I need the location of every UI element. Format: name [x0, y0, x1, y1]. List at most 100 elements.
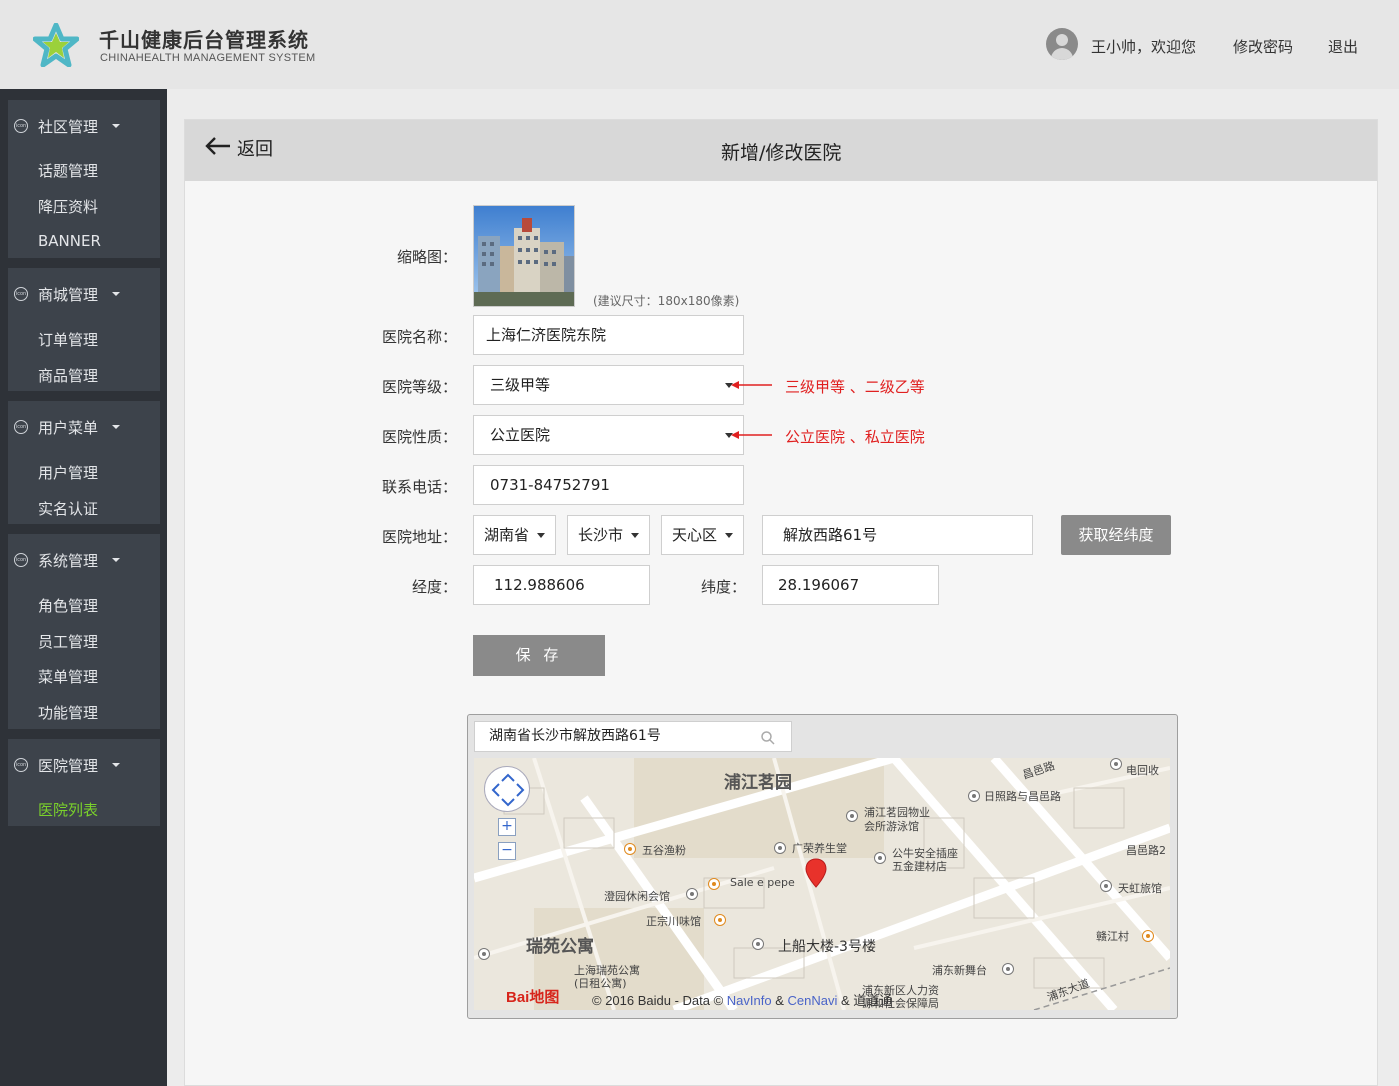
edit-hospital-panel: 返回 新增/修改医院 缩略图： (建议尺寸：180x180像素) 医院名称： 上…: [184, 119, 1378, 1086]
page-title: 新增/修改医院: [721, 142, 842, 164]
hospital-photo: [474, 206, 574, 306]
longitude-label: 经度：: [411, 578, 457, 596]
longitude-input[interactable]: 112.988606: [473, 565, 650, 605]
panel-header: 返回 新增/修改医院: [185, 120, 1377, 181]
map-label-tianhong: 天虹旅馆: [1118, 882, 1162, 895]
map-label-shangchuan: 上船大楼-3号楼: [778, 939, 876, 955]
annotation-arrow-icon: [731, 431, 772, 439]
avatar-head: [1056, 34, 1068, 46]
menu-icon: icon: [14, 553, 28, 567]
map-search-input[interactable]: 湖南省长沙市解放西路61号: [474, 721, 792, 752]
navinfo-link[interactable]: NavInfo: [727, 993, 772, 1008]
sidebar-group-hospital: icon 医院管理 医院列表: [8, 739, 160, 826]
map-poi-icon: [874, 852, 886, 864]
sidebar-item-products[interactable]: 商品管理: [38, 365, 98, 386]
get-coordinates-button[interactable]: 获取经纬度: [1061, 515, 1171, 555]
system-subtitle: CHINAHEALTH MANAGEMENT SYSTEM: [100, 52, 316, 64]
thumbnail-size-hint: (建议尺寸：180x180像素): [593, 294, 740, 308]
zoom-out-button[interactable]: −: [498, 842, 516, 860]
menu-icon: icon: [14, 287, 28, 301]
sidebar-item-realname[interactable]: 实名认证: [38, 498, 98, 519]
sidebar-group-label: 系统管理: [38, 552, 99, 570]
map-label-ruiyuan: 瑞苑公寓: [526, 937, 594, 957]
sidebar-item-functions[interactable]: 功能管理: [38, 702, 98, 723]
baidu-map-logo[interactable]: Bai地图: [506, 986, 559, 1007]
district-select[interactable]: 天心区: [661, 515, 744, 555]
phone-input[interactable]: 0731-84752791: [473, 465, 744, 505]
map-label-dianhui: 电回收: [1126, 764, 1159, 777]
chevron-down-icon: [537, 533, 545, 538]
save-button[interactable]: 保 存: [473, 635, 605, 676]
city-select[interactable]: 长沙市: [567, 515, 650, 555]
sidebar-item-roles[interactable]: 角色管理: [38, 595, 98, 616]
map-poi-icon: [1110, 758, 1122, 770]
map-label-youyong: 会所游泳馆: [864, 820, 919, 833]
chevron-down-icon: [725, 533, 733, 538]
nature-label: 医院性质：: [381, 428, 457, 446]
sidebar-item-user-mgmt[interactable]: 用户管理: [38, 462, 98, 483]
map-poi-icon: [968, 790, 980, 802]
location-pin-icon[interactable]: [805, 858, 827, 888]
sidebar-group-label: 医院管理: [38, 757, 99, 775]
map-label-ganjiang: 赣江村: [1096, 930, 1129, 943]
sidebar-group-mall: icon 商城管理 订单管理 商品管理: [8, 268, 160, 391]
map-pan-control[interactable]: [484, 766, 530, 812]
logout-link[interactable]: 退出: [1328, 36, 1358, 57]
sidebar-group-title[interactable]: icon 商城管理: [8, 268, 160, 318]
arrow-left-icon: [205, 137, 230, 155]
sidebar: icon 社区管理 话题管理 降压资料 BANNER icon 商城管理 订单管…: [0, 89, 167, 1086]
sidebar-group-label: 商城管理: [38, 286, 99, 304]
latitude-input[interactable]: 28.196067: [762, 565, 939, 605]
sidebar-group-system: icon 系统管理 角色管理 员工管理 菜单管理 功能管理: [8, 534, 160, 729]
map-poi-icon: [846, 810, 858, 822]
sidebar-item-menus[interactable]: 菜单管理: [38, 666, 98, 687]
sidebar-item-topics[interactable]: 话题管理: [38, 160, 98, 181]
sidebar-group-title[interactable]: icon 医院管理: [8, 739, 160, 789]
map-poi-icon: [1002, 963, 1014, 975]
map-label-guangrong: 广荣养生堂: [792, 842, 847, 855]
zoom-in-button[interactable]: +: [498, 818, 516, 836]
map-label-sale: Sale e pepe: [730, 876, 795, 889]
change-password-link[interactable]: 修改密码: [1233, 36, 1293, 57]
map-search-value: 湖南省长沙市解放西路61号: [489, 728, 661, 744]
chevron-down-icon: [631, 533, 639, 538]
map-label-pujiang: 浦江茗园: [724, 773, 792, 793]
sidebar-item-bp-docs[interactable]: 降压资料: [38, 196, 98, 217]
map-poi-icon: [686, 888, 698, 900]
latitude-label: 纬度：: [700, 578, 746, 596]
street-input[interactable]: 解放西路61号: [762, 515, 1033, 555]
map-label-wugu: 五谷渔粉: [642, 844, 686, 857]
phone-label: 联系电话：: [381, 478, 457, 496]
sidebar-group-title[interactable]: icon 社区管理: [8, 100, 160, 150]
copyright-suffix: & 道道通: [837, 993, 893, 1008]
province-select[interactable]: 湖南省: [473, 515, 556, 555]
hospital-name-input[interactable]: 上海仁济医院东院: [473, 315, 744, 355]
caret-down-icon: [112, 558, 120, 562]
map-label-wujin: 五金建材店: [892, 860, 947, 873]
sidebar-group-community: icon 社区管理 话题管理 降压资料 BANNER: [8, 100, 160, 258]
sidebar-item-orders[interactable]: 订单管理: [38, 329, 98, 350]
restaurant-icon: [624, 843, 636, 855]
search-icon[interactable]: [761, 731, 775, 745]
copyright-prefix: © 2016 Baidu - Data ©: [592, 993, 727, 1008]
logo-star-icon: [33, 23, 79, 67]
nature-select[interactable]: 公立医院: [473, 415, 744, 455]
province-value: 湖南省: [484, 526, 530, 544]
sidebar-item-staff[interactable]: 员工管理: [38, 631, 98, 652]
map-canvas[interactable]: 浦江茗园 瑞苑公寓 昌邑路 电回收 日照路与昌邑路 浦江茗园物业 会所游泳馆 五…: [474, 758, 1170, 1010]
system-title: 千山健康后台管理系统: [99, 28, 309, 52]
sidebar-item-hospital-list[interactable]: 医院列表: [38, 799, 98, 820]
caret-down-icon: [112, 292, 120, 296]
sidebar-group-users: icon 用户菜单 用户管理 实名认证: [8, 401, 160, 524]
menu-icon: icon: [14, 119, 28, 133]
sidebar-item-banner[interactable]: BANNER: [38, 232, 101, 250]
menu-icon: icon: [14, 420, 28, 434]
sidebar-group-title[interactable]: icon 系统管理: [8, 534, 160, 584]
avatar[interactable]: [1046, 28, 1078, 60]
thumbnail-image[interactable]: [473, 205, 575, 307]
cennavi-link[interactable]: CenNavi: [788, 993, 838, 1008]
sidebar-group-label: 用户菜单: [38, 419, 99, 437]
sidebar-group-title[interactable]: icon 用户菜单: [8, 401, 160, 451]
name-label: 医院名称：: [381, 328, 457, 346]
level-select[interactable]: 三级甲等: [473, 365, 744, 405]
